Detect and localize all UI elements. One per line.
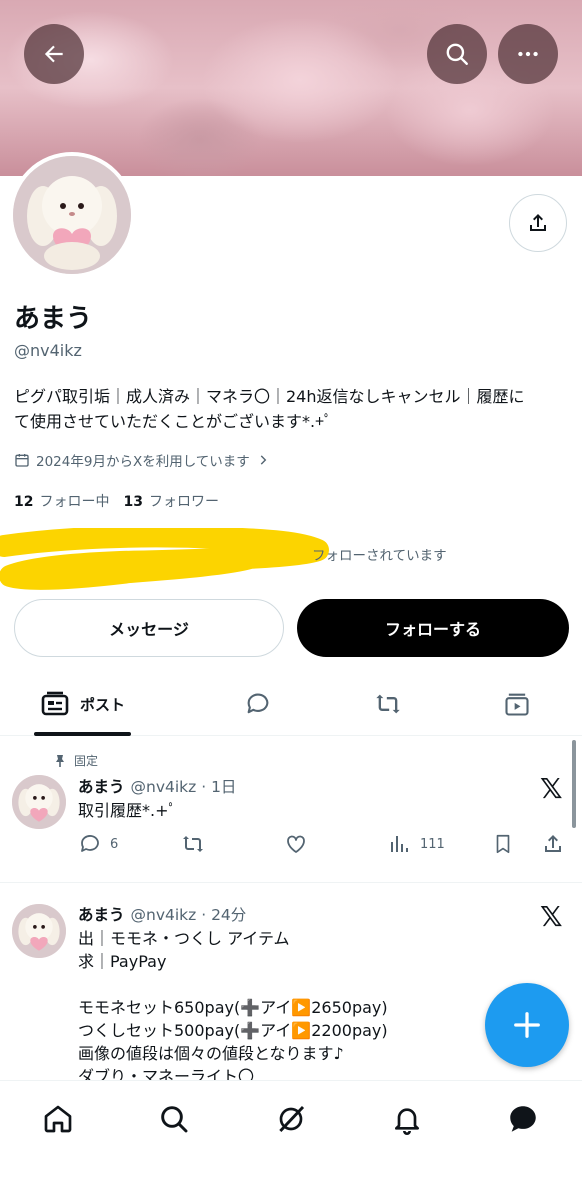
profile-bio: ピグパ取引垢｜成人済み｜マネラ〇｜24h返信なしキャンセル｜履歴に て使用させて… — [14, 384, 570, 434]
more-button[interactable] — [498, 24, 558, 84]
tab-media[interactable] — [487, 672, 547, 736]
reply-icon — [81, 835, 99, 852]
bio-line: ピグパ取引垢｜成人済み｜マネラ〇｜24h返信なしキャンセル｜履歴に — [14, 387, 525, 406]
scrollbar[interactable] — [572, 740, 576, 828]
following-count: 12 — [14, 494, 34, 510]
followers-label: フォロワー — [148, 494, 219, 510]
followed-by-text[interactable]: フォローされています — [312, 544, 447, 564]
calendar-icon — [15, 454, 29, 467]
post-author-name[interactable]: あまう — [78, 775, 125, 797]
message-button[interactable]: メッセージ — [14, 599, 284, 657]
post-actions: 6 111 — [0, 832, 582, 858]
nav-messages[interactable] — [503, 1099, 543, 1139]
share-button[interactable] — [509, 194, 567, 252]
like-button[interactable] — [284, 832, 308, 856]
share-icon — [545, 835, 561, 852]
profile-banner[interactable] — [0, 0, 582, 176]
notifications-icon — [395, 1108, 419, 1135]
replies-icon — [247, 693, 269, 714]
arrow-left-icon — [44, 45, 63, 63]
pinned-label: 固定 — [74, 754, 99, 768]
redaction-scribble — [0, 528, 329, 590]
pin-icon — [56, 754, 64, 767]
post-text[interactable]: 取引履歴*.+ﾟ — [78, 799, 177, 822]
tab-replies[interactable] — [228, 672, 288, 736]
plush-bunny-image — [12, 775, 66, 829]
posts-icon — [41, 691, 69, 716]
search-icon — [161, 1106, 188, 1133]
chevron-right-icon — [260, 455, 267, 465]
joined-date: 2024年9月からXを利用しています — [36, 454, 250, 470]
x-logo-icon[interactable]: 𝕏 — [540, 900, 563, 933]
heart-icon — [287, 835, 305, 853]
following-label: フォロー中 — [39, 494, 110, 510]
x-logo-icon[interactable]: 𝕏 — [540, 772, 563, 805]
views-icon — [391, 836, 408, 852]
profile-handle: @nv4ikz — [14, 341, 82, 360]
post-author-name[interactable]: あまう — [78, 903, 125, 925]
pinned-indicator: 固定 — [54, 752, 98, 769]
post-avatar[interactable] — [12, 775, 66, 829]
post-header: あまう @nv4ikz · 24分 — [78, 903, 246, 925]
post-avatar[interactable] — [12, 904, 66, 958]
followers-link[interactable]: 13 フォロワー — [123, 491, 218, 511]
post-divider — [0, 882, 582, 883]
views-button[interactable]: 111 — [388, 832, 445, 856]
bio-line: て使用させていただくことがございます*.+ﾟ — [14, 412, 332, 431]
active-tab-indicator — [34, 732, 131, 736]
post-handle-time[interactable]: @nv4ikz · 1日 — [131, 775, 237, 797]
bottom-navigation — [0, 1080, 582, 1199]
plush-bunny-image — [12, 904, 66, 958]
post-header: あまう @nv4ikz · 1日 — [78, 775, 236, 797]
post-share-button[interactable] — [541, 832, 565, 856]
follow-button[interactable]: フォローする — [297, 599, 569, 657]
back-button[interactable] — [24, 24, 84, 84]
following-link[interactable]: 12 フォロー中 — [14, 491, 109, 511]
follow-stats: 12 フォロー中 13 フォロワー — [14, 491, 219, 511]
profile-tabs: ポスト — [0, 672, 582, 736]
plus-icon — [514, 1012, 540, 1038]
search-button[interactable] — [427, 24, 487, 84]
tab-posts[interactable]: ポスト — [34, 672, 131, 736]
nav-search[interactable] — [154, 1099, 194, 1139]
more-horizontal-icon — [518, 51, 538, 57]
home-icon — [44, 1105, 72, 1133]
plush-bunny-image — [13, 156, 131, 274]
reply-button[interactable]: 6 — [78, 832, 118, 856]
bookmark-icon — [496, 834, 510, 854]
repost-button[interactable] — [180, 832, 206, 856]
tab-reposts[interactable] — [358, 672, 418, 736]
media-icon — [505, 693, 529, 716]
search-icon — [446, 43, 468, 65]
reply-count: 6 — [110, 836, 119, 852]
nav-notifications[interactable] — [387, 1099, 427, 1139]
reposts-icon — [376, 694, 400, 714]
views-count: 111 — [420, 836, 445, 852]
repost-icon — [183, 836, 203, 852]
followers-count: 13 — [123, 494, 143, 510]
compose-button[interactable] — [485, 983, 569, 1067]
nav-grok[interactable] — [271, 1099, 311, 1139]
share-icon — [530, 214, 546, 231]
messages-icon — [510, 1106, 536, 1132]
tab-posts-label: ポスト — [79, 695, 125, 714]
grok-icon — [279, 1105, 305, 1133]
profile-name: あまう — [14, 304, 93, 334]
bookmark-button[interactable] — [492, 832, 514, 856]
post-handle-time[interactable]: @nv4ikz · 24分 — [131, 903, 247, 925]
joined-date-link[interactable]: 2024年9月からXを利用しています — [14, 450, 270, 470]
post-text[interactable]: 出｜モモネ・つくし アイテム 求｜PayPay モモネセット650pay(➕アイ… — [78, 927, 388, 1088]
nav-home[interactable] — [38, 1099, 78, 1139]
profile-avatar[interactable] — [9, 152, 135, 278]
